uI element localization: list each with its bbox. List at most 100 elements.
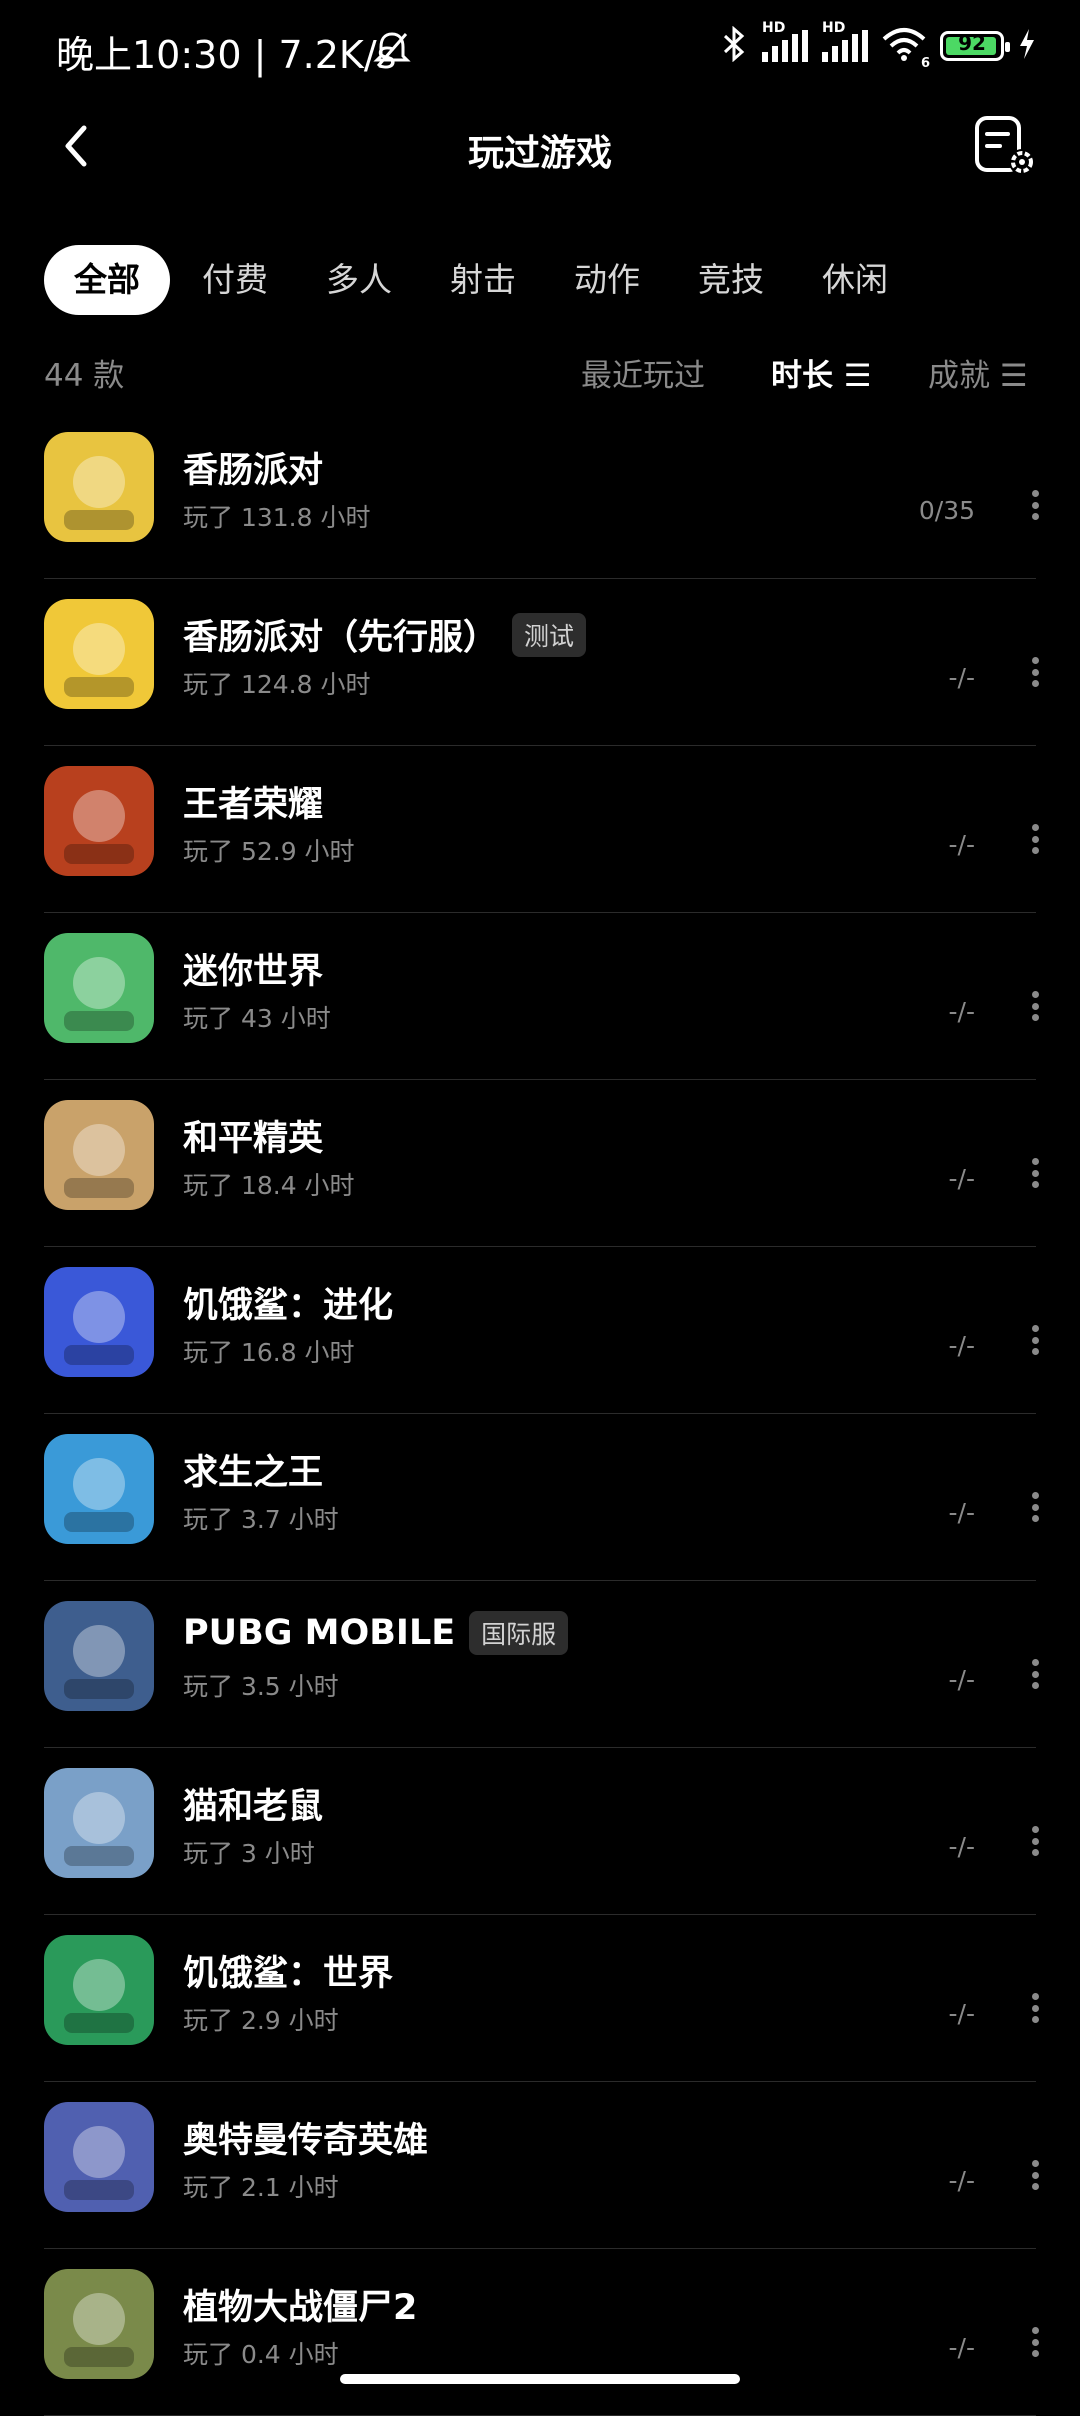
battery-icon: 92 xyxy=(940,31,1010,61)
more-options-icon[interactable] xyxy=(1030,824,1040,854)
game-icon xyxy=(44,1768,154,1878)
list-item[interactable]: 香肠派对（先行服） 测试玩了 124.8 小时 -/- xyxy=(0,579,1080,746)
game-title: 植物大战僵尸2 xyxy=(183,2288,418,2328)
game-title: 饥饿鲨：进化 xyxy=(183,1286,394,1326)
more-options-icon[interactable] xyxy=(1030,1492,1040,1522)
bluetooth-icon xyxy=(720,25,748,66)
more-options-icon[interactable] xyxy=(1030,1325,1040,1355)
more-options-icon[interactable] xyxy=(1030,2327,1040,2357)
list-item[interactable]: PUBG MOBILE 国际服玩了 3.5 小时 -/- xyxy=(0,1581,1080,1748)
play-time: 玩了 52.9 小时 xyxy=(183,837,355,866)
game-title: 猫和老鼠 xyxy=(183,1787,324,1827)
achievement-progress: -/- xyxy=(948,663,975,692)
game-title: 迷你世界 xyxy=(183,952,324,992)
game-badge: 测试 xyxy=(512,612,587,657)
sort-recent[interactable]: 最近玩过 xyxy=(581,350,705,395)
list-settings-icon xyxy=(970,116,1040,186)
achievement-progress: -/- xyxy=(948,1331,975,1360)
more-options-icon[interactable] xyxy=(1030,1158,1040,1188)
signal-icon-2: HD xyxy=(822,20,868,62)
achievement-progress: -/- xyxy=(948,1164,975,1193)
category-tabs: 全部 付费 多人 射击 动作 竞技 休闲 xyxy=(44,245,920,315)
tab-paid[interactable]: 付费 xyxy=(176,245,294,315)
list-settings-button[interactable] xyxy=(970,112,1040,182)
status-time-speed: 晚上10:30 | 7.2K/s xyxy=(56,33,397,77)
game-title: 和平精英 xyxy=(183,1119,324,1159)
more-options-icon[interactable] xyxy=(1030,2160,1040,2190)
play-time: 玩了 18.4 小时 xyxy=(183,1171,355,1200)
game-icon xyxy=(44,599,154,709)
game-icon xyxy=(44,2102,154,2212)
status-bar: 晚上10:30 | 7.2K/s HD HD 6 92 xyxy=(0,0,1080,100)
game-icon xyxy=(44,1601,154,1711)
game-title: 奥特曼传奇英雄 xyxy=(183,2121,429,2161)
mute-bell-icon xyxy=(372,30,412,74)
charging-bolt-icon xyxy=(1018,28,1036,64)
tab-competitive[interactable]: 竞技 xyxy=(672,245,790,315)
more-options-icon[interactable] xyxy=(1030,1659,1040,1689)
more-options-icon[interactable] xyxy=(1030,1826,1040,1856)
game-title: 香肠派对（先行服） xyxy=(183,618,499,658)
game-icon xyxy=(44,933,154,1043)
achievement-progress: -/- xyxy=(948,1498,975,1527)
list-item[interactable]: 饥饿鲨：世界玩了 2.9 小时 -/- xyxy=(0,1915,1080,2082)
game-icon xyxy=(44,1935,154,2045)
list-item[interactable]: 求生之王玩了 3.7 小时 -/- xyxy=(0,1414,1080,1581)
sort-duration[interactable]: 时长 ☰ xyxy=(771,350,872,395)
tab-all[interactable]: 全部 xyxy=(44,245,170,315)
sort-bar: 44 款 最近玩过 时长 ☰ 成就 ☰ xyxy=(44,350,1080,400)
play-time: 玩了 16.8 小时 xyxy=(183,1338,355,1367)
achievement-progress: -/- xyxy=(948,1832,975,1861)
more-options-icon[interactable] xyxy=(1030,991,1040,1021)
tab-shooter[interactable]: 射击 xyxy=(424,245,542,315)
more-options-icon[interactable] xyxy=(1030,657,1040,687)
game-title: 王者荣耀 xyxy=(183,785,324,825)
achievement-progress: -/- xyxy=(948,997,975,1026)
game-badge: 国际服 xyxy=(469,1611,569,1655)
achievement-progress: -/- xyxy=(948,2166,975,2195)
game-icon xyxy=(44,1100,154,1210)
achievement-progress: -/- xyxy=(948,1665,975,1694)
page-title: 玩过游戏 xyxy=(467,133,612,174)
list-item[interactable]: 饥饿鲨：进化玩了 16.8 小时 -/- xyxy=(0,1247,1080,1414)
play-time: 玩了 0.4 小时 xyxy=(183,2340,339,2369)
play-time: 玩了 3.7 小时 xyxy=(183,1505,339,1534)
play-time: 玩了 124.8 小时 xyxy=(183,670,371,699)
list-item[interactable]: 迷你世界玩了 43 小时 -/- xyxy=(0,913,1080,1080)
game-icon xyxy=(44,1267,154,1377)
wifi-icon: 6 xyxy=(882,27,930,71)
game-icon xyxy=(44,766,154,876)
play-time: 玩了 3.5 小时 xyxy=(183,1672,339,1701)
game-title: 求生之王 xyxy=(183,1453,324,1493)
play-time: 玩了 131.8 小时 xyxy=(183,503,371,532)
list-item[interactable]: 植物大战僵尸2 玩了 0.4 小时 -/- xyxy=(0,2249,1080,2416)
game-icon xyxy=(44,1434,154,1544)
game-count: 44 款 xyxy=(44,358,125,394)
play-time: 玩了 43 小时 xyxy=(183,1004,331,1033)
achievement-progress: -/- xyxy=(948,2333,975,2362)
tab-multiplayer[interactable]: 多人 xyxy=(300,245,418,315)
achievement-progress: 0/35 xyxy=(918,496,975,525)
game-title: 饥饿鲨：世界 xyxy=(183,1954,394,1994)
play-time: 玩了 2.1 小时 xyxy=(183,2173,339,2202)
list-item[interactable]: 王者荣耀玩了 52.9 小时 -/- xyxy=(0,746,1080,913)
app-header: 玩过游戏 xyxy=(0,100,1080,196)
list-item[interactable]: 猫和老鼠玩了 3 小时 -/- xyxy=(0,1748,1080,1915)
home-indicator[interactable] xyxy=(340,2374,740,2384)
more-options-icon[interactable] xyxy=(1030,1993,1040,2023)
sort-achievements[interactable]: 成就 ☰ xyxy=(928,350,1028,395)
tab-casual[interactable]: 休闲 xyxy=(796,245,914,315)
play-time: 玩了 3 小时 xyxy=(183,1839,315,1868)
game-icon xyxy=(44,432,154,542)
list-item[interactable]: 香肠派对玩了 131.8 小时 0/35 xyxy=(0,412,1080,579)
signal-icon: HD xyxy=(762,20,808,62)
play-time: 玩了 2.9 小时 xyxy=(183,2006,339,2035)
game-title: 香肠派对 xyxy=(183,451,324,491)
achievement-progress: -/- xyxy=(948,1999,975,2028)
list-item[interactable]: 和平精英玩了 18.4 小时 -/- xyxy=(0,1080,1080,1247)
more-options-icon[interactable] xyxy=(1030,490,1040,520)
tab-action[interactable]: 动作 xyxy=(548,245,666,315)
list-item[interactable]: 奥特曼传奇英雄玩了 2.1 小时 -/- xyxy=(0,2082,1080,2249)
game-title: PUBG MOBILE xyxy=(183,1613,456,1653)
achievement-progress: -/- xyxy=(948,830,975,859)
